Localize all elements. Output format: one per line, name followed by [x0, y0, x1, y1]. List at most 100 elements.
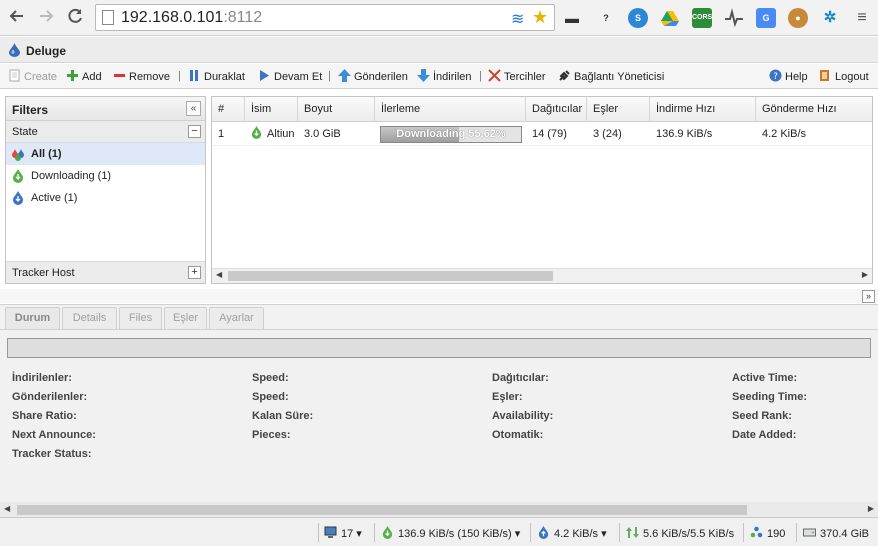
cell-progress: Downloading 55.62% — [375, 122, 526, 146]
address-bar[interactable]: 192.168.0.101:8112 ≋ ★ — [95, 4, 555, 31]
label-pieces: Pieces: — [252, 429, 291, 441]
filter-item-all[interactable]: All (1) — [6, 143, 205, 165]
cell-size: 3.0 GiB — [304, 128, 341, 140]
upload-speed-status[interactable]: 4.2 KiB/s ▾ — [537, 526, 607, 541]
filter-item-label: Active (1) — [31, 192, 78, 204]
free-space-status: 370.4 GiB — [803, 526, 869, 541]
table-row[interactable]: 1 Altiun 3.0 GiB Downloading 55.62% 14 (… — [212, 122, 872, 146]
main-toolbar: Create Add Remove | Duraklat Devam Et | … — [0, 64, 878, 89]
menu-icon[interactable]: ≡ — [852, 8, 872, 28]
help-button[interactable]: ? Help — [769, 69, 808, 85]
reload-button[interactable] — [65, 7, 85, 27]
scroll-left-icon[interactable]: ◀ — [216, 270, 222, 279]
forward-button[interactable] — [36, 7, 56, 27]
state-group-header[interactable]: State − — [6, 121, 205, 143]
torrent-name: Altiun — [267, 128, 295, 140]
create-button[interactable]: Create — [8, 69, 57, 85]
move-up-button[interactable]: Gönderilen — [338, 69, 408, 85]
logout-button[interactable]: Logout — [819, 69, 869, 85]
cell-index: 1 — [218, 128, 225, 140]
pulse-extension-icon[interactable] — [724, 8, 744, 28]
s-extension-icon[interactable]: S — [628, 8, 648, 28]
reload-icon — [68, 8, 82, 23]
tracker-host-title: Tracker Host — [12, 267, 75, 279]
downloading-icon — [13, 169, 23, 183]
column-header-size[interactable]: Boyut — [298, 97, 375, 122]
toolbar-separator: | — [178, 70, 181, 82]
expand-details-button[interactable]: » — [862, 290, 875, 303]
translate-extension-icon[interactable]: G — [756, 8, 776, 28]
column-header-name[interactable]: İsim — [245, 97, 298, 122]
plus-icon — [67, 70, 78, 81]
details-horizontal-scrollbar[interactable]: ◀ ▶ — [0, 502, 878, 517]
filters-header: Filters « — [6, 97, 205, 121]
help-extension-icon[interactable]: ? — [596, 8, 616, 28]
pause-button[interactable]: Duraklat — [188, 69, 245, 85]
add-button[interactable]: Add — [66, 69, 102, 85]
label-seeding-time: Seeding Time: — [732, 391, 807, 403]
url-text: 192.168.0.101:8112 — [121, 9, 263, 26]
download-speed-status[interactable]: 136.9 KiB/s (150 KiB/s) ▾ — [381, 526, 520, 541]
label-uploaded: Gönderilenler: — [12, 391, 88, 403]
tab-status[interactable]: Durum — [5, 307, 60, 329]
tab-peers[interactable]: Eşler — [164, 307, 207, 329]
connections-status[interactable]: 17 ▾ — [324, 526, 362, 541]
grid-horizontal-scrollbar[interactable]: ◀ ▶ — [212, 268, 872, 283]
page-icon — [102, 10, 114, 25]
app-header — [0, 37, 878, 63]
logout-icon — [820, 70, 829, 81]
toolbar-separator: | — [479, 70, 482, 82]
scrollbar-thumb[interactable] — [228, 271, 553, 281]
filter-item-downloading[interactable]: Downloading (1) — [6, 165, 205, 187]
column-header-down-speed[interactable]: İndirme Hızı — [650, 97, 756, 122]
status-bar: 17 ▾ 136.9 KiB/s (150 KiB/s) ▾ 4.2 KiB/s… — [0, 517, 878, 546]
toolbar-separator: | — [328, 70, 331, 82]
back-button[interactable] — [7, 7, 27, 27]
column-header-peers[interactable]: Eşler — [587, 97, 650, 122]
network-extension-icon[interactable]: ✲ — [820, 8, 840, 28]
label-eta: Kalan Süre: — [252, 410, 314, 422]
resume-button[interactable]: Devam Et — [258, 69, 322, 85]
cors-extension-icon[interactable]: CORS — [692, 8, 712, 28]
statusbar-separator — [374, 523, 375, 542]
connection-manager-button[interactable]: Bağlantı Yöneticisi — [558, 69, 664, 85]
column-header-seeds[interactable]: Dağıtıcılar — [526, 97, 587, 122]
dht-status: 190 — [750, 526, 785, 541]
label-peers: Eşler: — [492, 391, 523, 403]
cookie-extension-icon[interactable]: ● — [788, 8, 808, 28]
scroll-left-icon[interactable]: ◀ — [4, 504, 10, 513]
webcam-extension-icon[interactable]: ▬ — [562, 8, 582, 28]
traffic-icon — [626, 527, 639, 538]
cell-up-speed: 4.2 KiB/s — [762, 128, 807, 140]
scroll-right-icon[interactable]: ▶ — [862, 270, 868, 279]
tab-details[interactable]: Details — [62, 307, 117, 329]
tab-options[interactable]: Ayarlar — [209, 307, 264, 329]
state-group-title: State — [12, 126, 38, 138]
tracker-host-expand-button[interactable]: + — [188, 266, 201, 279]
collapse-filters-button[interactable]: « — [186, 101, 201, 116]
preferences-button[interactable]: Tercihler — [488, 69, 546, 85]
label-seeders: Dağıtıcılar: — [492, 372, 549, 384]
tab-files[interactable]: Files — [119, 307, 162, 329]
scroll-right-icon[interactable]: ▶ — [868, 504, 874, 513]
cell-seeds: 14 (79) — [532, 128, 567, 140]
tracker-host-group-header[interactable]: Tracker Host + — [6, 261, 205, 283]
state-collapse-button[interactable]: − — [188, 125, 201, 138]
status-tab-body: İndirilenler: Gönderilenler: Share Ratio… — [0, 329, 878, 517]
filter-item-label: Downloading (1) — [31, 170, 112, 182]
panel-splitter[interactable]: » — [0, 289, 878, 303]
move-down-button[interactable]: İndirilen — [417, 69, 472, 85]
drive-extension-icon[interactable] — [660, 8, 680, 28]
scrollbar-thumb[interactable] — [17, 505, 747, 515]
remove-button[interactable]: Remove — [113, 69, 170, 85]
label-tracker-status: Tracker Status: — [12, 448, 92, 460]
statusbar-separator — [318, 523, 319, 542]
filter-item-active[interactable]: Active (1) — [6, 187, 205, 209]
statusbar-separator — [796, 523, 797, 542]
wave-extension-icon[interactable]: ≋ — [511, 9, 524, 29]
column-header-progress[interactable]: İlerleme — [375, 97, 526, 122]
bookmark-star-icon[interactable]: ★ — [532, 7, 548, 28]
app-title: Deluge — [26, 44, 67, 58]
column-header-index[interactable]: # — [212, 97, 245, 122]
column-header-up-speed[interactable]: Gönderme Hızı — [756, 97, 866, 122]
